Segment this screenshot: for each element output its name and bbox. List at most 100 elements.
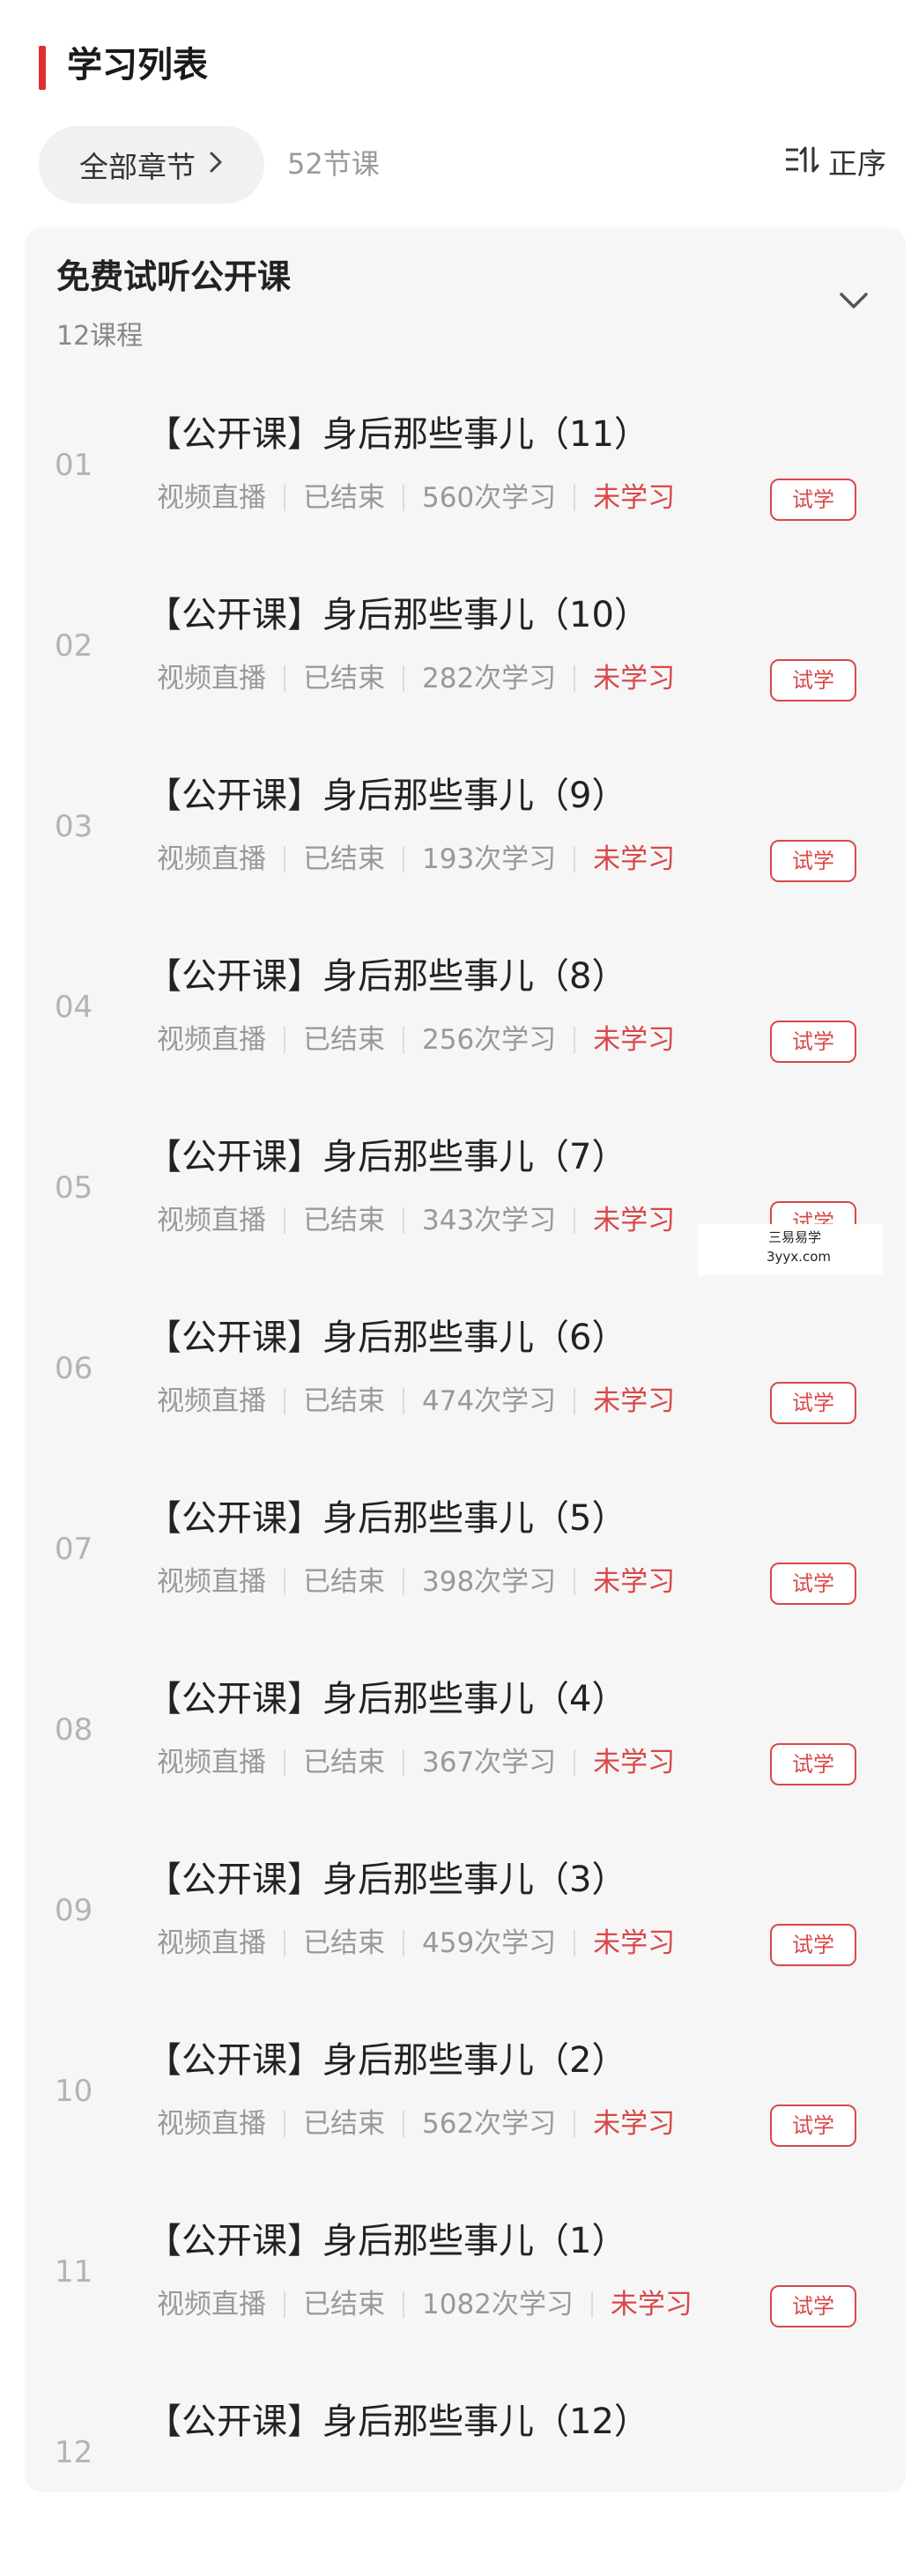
lesson-title: 【公开课】身后那些事儿（11） [146, 414, 649, 455]
lesson-state: 已结束 [303, 1024, 385, 1056]
lesson-views: 367次学习 [422, 1747, 557, 1778]
lesson-meta: 视频直播 已结束 560次学习 未学习 [157, 477, 675, 519]
lesson-meta: 视频直播 已结束 474次学习 未学习 [157, 1380, 675, 1422]
lesson-type: 视频直播 [157, 843, 266, 875]
all-chapters-button[interactable]: 全部章节 [39, 126, 264, 204]
trial-button[interactable]: 试学 [770, 1924, 856, 1966]
lesson-number: 01 [55, 448, 93, 483]
lesson-views: 256次学习 [422, 1024, 557, 1056]
meta-divider [284, 485, 285, 511]
meta-divider [574, 1027, 576, 1053]
lesson-item[interactable]: 08 【公开课】身后那些事儿（4） 视频直播 已结束 367次学习 未学习 试学 [25, 1673, 906, 1853]
lesson-title: 【公开课】身后那些事儿（12） [146, 2402, 649, 2442]
meta-divider [574, 2111, 576, 2137]
trial-button[interactable]: 试学 [770, 1382, 856, 1424]
lesson-title: 【公开课】身后那些事儿（5） [146, 1498, 627, 1539]
lesson-item[interactable]: 09 【公开课】身后那些事儿（3） 视频直播 已结束 459次学习 未学习 试学 [25, 1853, 906, 2034]
meta-divider [574, 846, 576, 872]
lesson-status: 未学习 [593, 1927, 676, 1959]
chevron-right-icon [208, 150, 224, 181]
lesson-title: 【公开课】身后那些事儿（10） [146, 595, 649, 635]
lesson-item[interactable]: 10 【公开课】身后那些事儿（2） 视频直播 已结束 562次学习 未学习 试学 [25, 2034, 906, 2215]
lesson-number: 05 [55, 1170, 93, 1206]
lesson-state: 已结束 [303, 1385, 385, 1417]
trial-button[interactable]: 试学 [770, 2105, 856, 2147]
lesson-state: 已结束 [303, 1566, 385, 1598]
meta-divider [403, 1388, 404, 1414]
lesson-title: 【公开课】身后那些事儿（3） [146, 1860, 627, 1900]
meta-divider [284, 846, 285, 872]
meta-divider [284, 1388, 285, 1414]
meta-divider [284, 1749, 285, 1776]
lesson-type: 视频直播 [157, 2108, 266, 2140]
lesson-item[interactable]: 11 【公开课】身后那些事儿（1） 视频直播 已结束 1082次学习 未学习 试学 [25, 2215, 906, 2395]
meta-divider [574, 1930, 576, 1956]
trial-button[interactable]: 试学 [770, 1021, 856, 1063]
lesson-status: 未学习 [593, 482, 676, 514]
lesson-title: 【公开课】身后那些事儿（8） [146, 956, 627, 997]
lesson-status: 未学习 [593, 1566, 676, 1598]
lesson-meta: 视频直播 已结束 562次学习 未学习 [157, 2103, 675, 2145]
page-header: 学习列表 [0, 0, 911, 123]
lesson-state: 已结束 [303, 2108, 385, 2140]
lesson-meta: 视频直播 已结束 256次学习 未学习 [157, 1019, 675, 1061]
section-subtitle: 12课程 [56, 321, 144, 352]
meta-divider [574, 665, 576, 692]
lesson-meta: 视频直播 已结束 343次学习 未学习 [157, 1199, 675, 1242]
lesson-type: 视频直播 [157, 663, 266, 694]
lesson-status: 未学习 [593, 2108, 676, 2140]
lesson-status: 未学习 [593, 1205, 676, 1236]
watermark-line2: 3yyx.com [767, 1249, 831, 1265]
section-card: 免费试听公开课 12课程 01 【公开课】身后那些事儿（11） 视频直播 已结束 560… [25, 227, 906, 2492]
lesson-item[interactable]: 01 【公开课】身后那些事儿（11） 视频直播 已结束 560次学习 未学习 试学 [25, 408, 906, 589]
meta-divider [403, 665, 404, 692]
lesson-type: 视频直播 [157, 1747, 266, 1778]
trial-button[interactable]: 试学 [770, 1563, 856, 1605]
lesson-number: 02 [55, 628, 93, 664]
trial-button[interactable]: 试学 [770, 659, 856, 702]
trial-button[interactable]: 试学 [770, 840, 856, 882]
lesson-views: 398次学习 [422, 1566, 557, 1598]
sort-button[interactable]: 正序 [784, 141, 886, 187]
lesson-views: 193次学习 [422, 843, 557, 875]
lesson-status: 未学习 [610, 2289, 693, 2320]
lesson-meta: 视频直播 已结束 367次学习 未学习 [157, 1741, 675, 1784]
meta-divider [284, 1207, 285, 1234]
trial-button[interactable]: 试学 [770, 479, 856, 521]
meta-divider [574, 1207, 576, 1234]
trial-button[interactable]: 试学 [770, 2285, 856, 2327]
meta-divider [284, 1569, 285, 1595]
title-accent-bar [39, 46, 46, 90]
lesson-item[interactable]: 05 【公开课】身后那些事儿（7） 视频直播 已结束 343次学习 未学习 试学 [25, 1131, 906, 1311]
watermark-line1: 三易易学 [768, 1229, 822, 1245]
all-chapters-label: 全部章节 [79, 150, 196, 184]
lesson-type: 视频直播 [157, 1927, 266, 1959]
lesson-item[interactable]: 03 【公开课】身后那些事儿（9） 视频直播 已结束 193次学习 未学习 试学 [25, 769, 906, 950]
lesson-type: 视频直播 [157, 482, 266, 514]
lesson-title: 【公开课】身后那些事儿（6） [146, 1318, 627, 1358]
lesson-item[interactable]: 04 【公开课】身后那些事儿（8） 视频直播 已结束 256次学习 未学习 试学 [25, 950, 906, 1131]
lesson-title: 【公开课】身后那些事儿（2） [146, 2040, 627, 2081]
lesson-meta: 视频直播 已结束 1082次学习 未学习 [157, 2283, 693, 2326]
lesson-item[interactable]: 06 【公开课】身后那些事儿（6） 视频直播 已结束 474次学习 未学习 试学 [25, 1311, 906, 1492]
lesson-number: 11 [55, 2254, 93, 2290]
lesson-item[interactable]: 07 【公开课】身后那些事儿（5） 视频直播 已结束 398次学习 未学习 试学 [25, 1492, 906, 1673]
lesson-type: 视频直播 [157, 1566, 266, 1598]
lesson-item[interactable]: 02 【公开课】身后那些事儿（10） 视频直播 已结束 282次学习 未学习 试学 [25, 589, 906, 769]
lesson-number: 10 [55, 2074, 93, 2109]
lesson-meta: 视频直播 已结束 398次学习 未学习 [157, 1561, 675, 1603]
meta-divider [284, 2111, 285, 2137]
lesson-status: 未学习 [593, 1747, 676, 1778]
lesson-item[interactable]: 12 【公开课】身后那些事儿（12） [25, 2395, 906, 2576]
lesson-state: 已结束 [303, 843, 385, 875]
lesson-number: 04 [55, 990, 93, 1025]
lesson-state: 已结束 [303, 1927, 385, 1959]
lesson-number: 07 [55, 1532, 93, 1567]
chevron-down-icon[interactable] [833, 280, 874, 321]
meta-divider [403, 1930, 404, 1956]
lesson-number: 03 [55, 809, 93, 844]
lesson-number: 12 [55, 2435, 93, 2470]
lesson-state: 已结束 [303, 1747, 385, 1778]
meta-divider [403, 1207, 404, 1234]
trial-button[interactable]: 试学 [770, 1743, 856, 1785]
